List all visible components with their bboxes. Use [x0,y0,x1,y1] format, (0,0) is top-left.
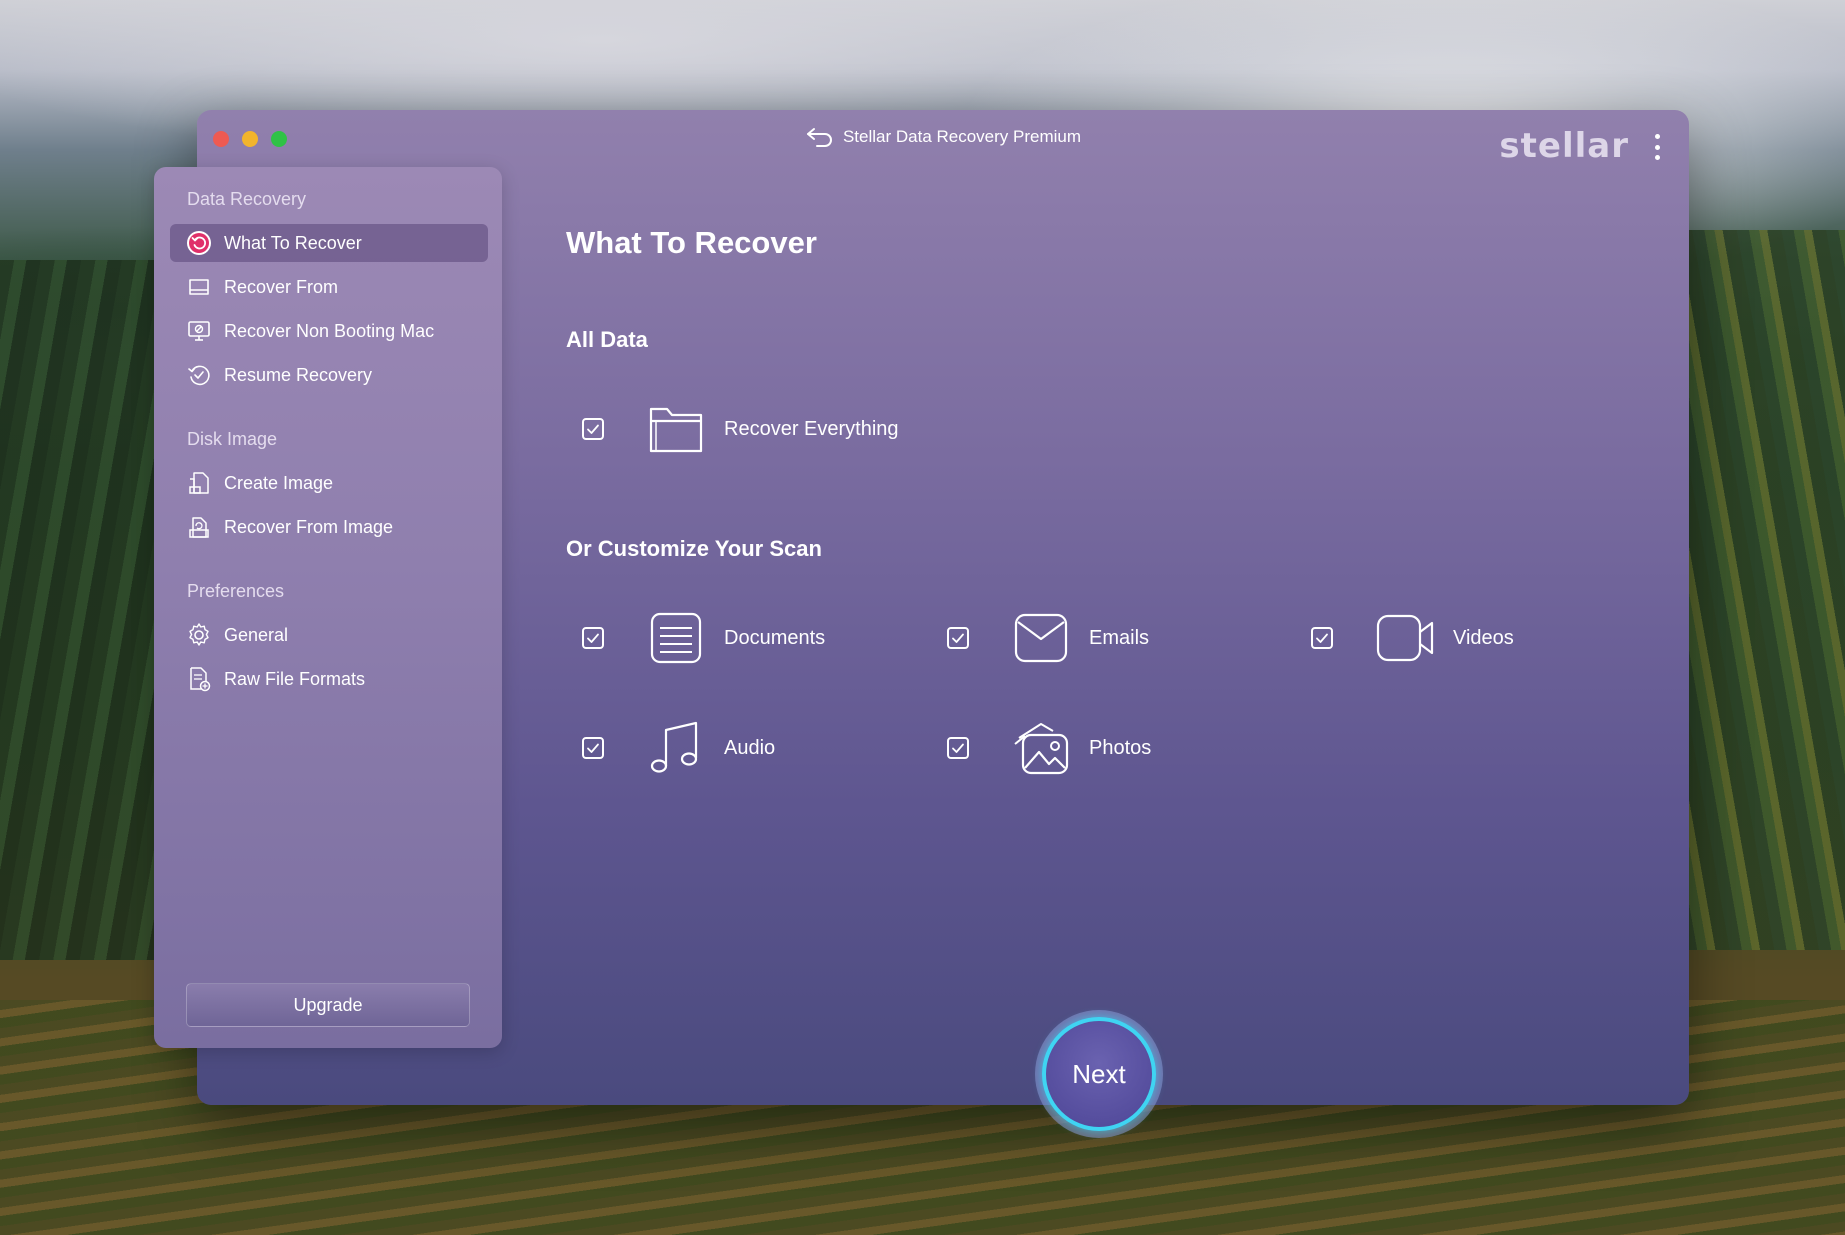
emails-checkbox[interactable] [947,627,969,649]
back-arrow-icon[interactable] [805,126,835,148]
photos-icon [1009,716,1073,780]
section-label-preferences: Preferences [187,581,285,601]
documents-label: Documents [724,626,826,649]
gear-icon [189,623,209,646]
checkmark-icon [587,424,599,434]
email-icon [1009,606,1073,670]
audio-option[interactable]: Audio [582,716,775,780]
raw-file-icon [190,667,211,692]
videos-label: Videos [1453,626,1514,649]
audio-label: Audio [724,736,776,759]
photos-option[interactable]: Photos [947,716,1151,780]
all-data-heading: All Data [566,327,648,352]
checkmark-icon [587,633,599,643]
audio-checkbox[interactable] [582,737,604,759]
next-button-ring: Next [1035,1010,1163,1138]
more-menu-icon[interactable] [1655,134,1663,160]
window-title: Stellar Data Recovery Premium [842,127,1082,146]
customize-heading: Or Customize Your Scan [566,536,822,561]
photos-checkbox[interactable] [947,737,969,759]
create-image-icon [189,472,209,494]
checkmark-icon [952,633,964,643]
stellar-logo: stellar [1499,126,1629,166]
sidebar-item-label: Create Image [224,472,334,493]
sidebar-item-resume-recovery[interactable]: Resume Recovery [170,356,488,394]
section-label-disk-image: Disk Image [187,429,278,449]
sidebar-item-label: Raw File Formats [224,668,366,689]
videos-option[interactable]: Videos [1311,606,1514,670]
sidebar-item-recover-from-image[interactable]: Recover From Image [170,508,488,546]
next-button[interactable]: Next [1042,1017,1156,1131]
photos-label: Photos [1089,736,1152,759]
monitor-icon [188,321,210,341]
music-icon [644,716,708,780]
recover-everything-option[interactable]: Recover Everything [582,397,899,461]
background-trees-right [1685,230,1845,950]
recover-image-icon [189,517,209,538]
emails-option[interactable]: Emails [947,606,1149,670]
undo-circle-icon [187,231,211,255]
checkmark-icon [952,743,964,753]
drive-icon [189,279,209,295]
sidebar-item-raw-file-formats[interactable]: Raw File Formats [170,660,488,698]
sidebar-item-recover-from[interactable]: Recover From [170,268,488,306]
checkmark-icon [1316,633,1328,643]
page-title: What To Recover [566,225,817,260]
documents-checkbox[interactable] [582,627,604,649]
upgrade-button[interactable]: Upgrade [186,983,470,1027]
sidebar-item-what-to-recover[interactable]: What To Recover [170,224,488,262]
sidebar-item-label: Recover From Image [224,516,394,537]
checkmark-icon [587,743,599,753]
resume-icon [188,365,210,386]
window-title-bar: Stellar Data Recovery Premium [197,126,1689,148]
sidebar: Data Recovery What To Recover Recover Fr… [154,167,502,1048]
videos-checkbox[interactable] [1311,627,1333,649]
sidebar-item-label: Recover Non Booting Mac [224,320,435,341]
sidebar-item-recover-non-booting-mac[interactable]: Recover Non Booting Mac [170,312,488,350]
sidebar-item-label: What To Recover [224,232,362,253]
sidebar-item-create-image[interactable]: Create Image [170,464,488,502]
sidebar-item-label: Recover From [224,276,339,297]
emails-label: Emails [1089,626,1150,649]
recover-everything-checkbox[interactable] [582,418,604,440]
section-label-data-recovery: Data Recovery [187,189,307,209]
sidebar-item-label: General [224,624,289,645]
documents-option[interactable]: Documents [582,606,825,670]
sidebar-item-label: Resume Recovery [224,364,373,385]
sidebar-item-general[interactable]: General [170,616,488,654]
document-icon [644,606,708,670]
video-icon [1373,606,1437,670]
recover-everything-label: Recover Everything [724,417,899,440]
folder-icon [644,397,708,461]
